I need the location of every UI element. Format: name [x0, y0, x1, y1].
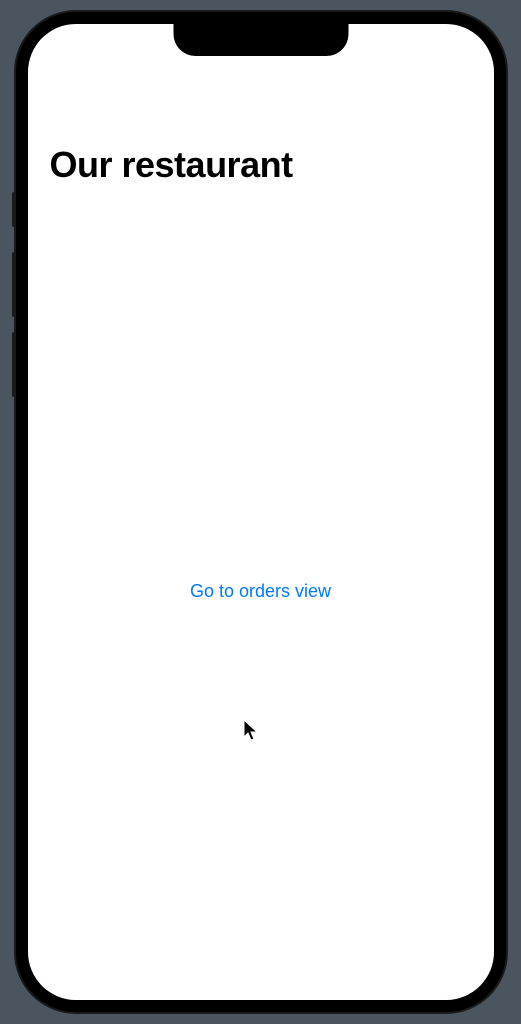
- side-button: [12, 192, 16, 227]
- page-title: Our restaurant: [50, 144, 293, 186]
- cursor-icon: [243, 719, 261, 743]
- go-to-orders-link[interactable]: Go to orders view: [190, 581, 331, 602]
- phone-notch: [173, 24, 348, 56]
- volume-down-button: [12, 332, 16, 397]
- phone-device-frame: Our restaurant Go to orders view: [16, 12, 506, 1012]
- app-content: Our restaurant Go to orders view: [28, 24, 494, 1000]
- volume-up-button: [12, 252, 16, 317]
- phone-screen: Our restaurant Go to orders view: [28, 24, 494, 1000]
